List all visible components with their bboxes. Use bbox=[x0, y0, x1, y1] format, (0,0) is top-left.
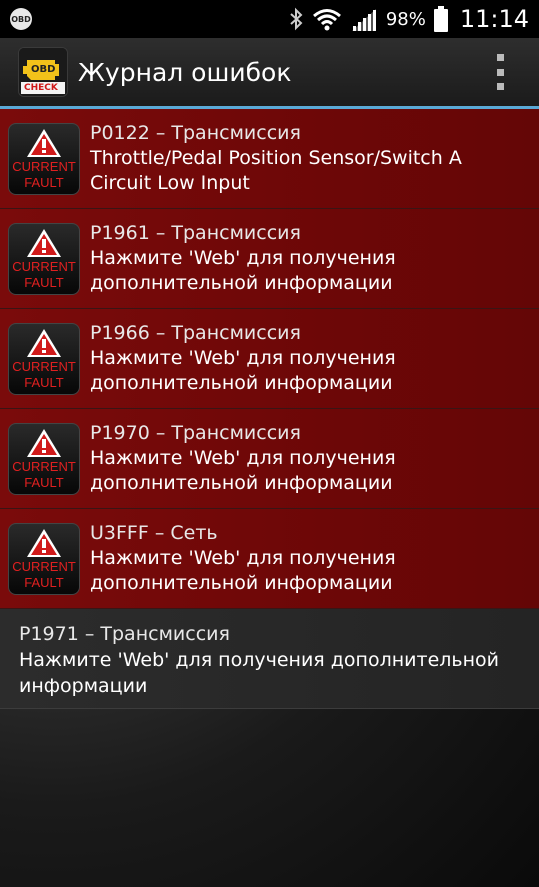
badge-label-fault: FAULT bbox=[24, 574, 64, 590]
warning-icon bbox=[27, 228, 61, 257]
fault-description: дополнительной информации bbox=[90, 372, 393, 394]
warning-icon bbox=[27, 128, 61, 157]
badge-label-current: CURRENT bbox=[12, 558, 76, 574]
fault-description: Нажмите 'Web' для получения bbox=[90, 447, 396, 469]
fault-code: P1966 – Трансмиссия bbox=[90, 322, 301, 344]
status-bar: OBD 98% 11:14 bbox=[0, 0, 539, 38]
logo-text-check: CHECK bbox=[24, 83, 58, 93]
fault-description: Нажмите 'Web' для получения дополнительн… bbox=[19, 649, 499, 671]
fault-description: дополнительной информации bbox=[90, 572, 393, 594]
current-fault-badge: CURRENT FAULT bbox=[8, 122, 80, 195]
obd-notification-icon: OBD bbox=[10, 8, 32, 30]
fault-description: Circuit Low Input bbox=[90, 172, 250, 194]
clock: 11:14 bbox=[459, 5, 529, 33]
app-logo-icon[interactable]: OBD CHECK bbox=[18, 47, 68, 97]
fault-row[interactable]: CURRENT FAULT P1961 – Трансмиссия Нажмит… bbox=[0, 209, 539, 309]
fault-description: Нажмите 'Web' для получения bbox=[90, 347, 396, 369]
badge-label-current: CURRENT bbox=[12, 158, 76, 174]
fault-description: Нажмите 'Web' для получения bbox=[90, 247, 396, 269]
fault-list: CURRENT FAULT P0122 – Трансмиссия Thrott… bbox=[0, 109, 539, 709]
current-fault-badge: CURRENT FAULT bbox=[8, 322, 80, 395]
current-fault-badge: CURRENT FAULT bbox=[8, 522, 80, 595]
fault-description: информации bbox=[19, 675, 148, 697]
wifi-icon bbox=[312, 7, 342, 31]
fault-row[interactable]: CURRENT FAULT P1970 – Трансмиссия Нажмит… bbox=[0, 409, 539, 509]
fault-row[interactable]: CURRENT FAULT P0122 – Трансмиссия Thrott… bbox=[0, 109, 539, 209]
battery-icon bbox=[433, 6, 448, 32]
page-title: Журнал ошибок bbox=[78, 57, 292, 87]
battery-percent: 98% bbox=[385, 8, 426, 30]
warning-icon bbox=[27, 528, 61, 557]
fault-description: дополнительной информации bbox=[90, 272, 393, 294]
logo-text-obd: OBD bbox=[31, 64, 56, 75]
action-bar: OBD CHECK Журнал ошибок bbox=[0, 38, 539, 106]
fault-code: U3FFF – Сеть bbox=[90, 522, 218, 544]
current-fault-badge: CURRENT FAULT bbox=[8, 422, 80, 495]
warning-icon bbox=[27, 428, 61, 457]
badge-label-fault: FAULT bbox=[24, 374, 64, 390]
fault-code: P1970 – Трансмиссия bbox=[90, 422, 301, 444]
fault-description: Throttle/Pedal Position Sensor/Switch A bbox=[90, 147, 462, 169]
badge-label-current: CURRENT bbox=[12, 258, 76, 274]
signal-icon bbox=[350, 7, 378, 31]
bluetooth-icon bbox=[288, 7, 304, 31]
fault-description: Нажмите 'Web' для получения bbox=[90, 547, 396, 569]
badge-label-current: CURRENT bbox=[12, 458, 76, 474]
badge-label-fault: FAULT bbox=[24, 274, 64, 290]
badge-label-fault: FAULT bbox=[24, 474, 64, 490]
fault-row[interactable]: P1971 – Трансмиссия Нажмите 'Web' для по… bbox=[0, 609, 539, 709]
fault-description: дополнительной информации bbox=[90, 472, 393, 494]
badge-label-fault: FAULT bbox=[24, 174, 64, 190]
fault-code: P1961 – Трансмиссия bbox=[90, 222, 301, 244]
badge-label-current: CURRENT bbox=[12, 358, 76, 374]
fault-row[interactable]: CURRENT FAULT U3FFF – Сеть Нажмите 'Web'… bbox=[0, 509, 539, 609]
fault-row[interactable]: CURRENT FAULT P1966 – Трансмиссия Нажмит… bbox=[0, 309, 539, 409]
overflow-menu-icon[interactable] bbox=[493, 54, 507, 90]
fault-code: P0122 – Трансмиссия bbox=[90, 122, 301, 144]
warning-icon bbox=[27, 328, 61, 357]
fault-code: P1971 – Трансмиссия bbox=[19, 623, 230, 645]
current-fault-badge: CURRENT FAULT bbox=[8, 222, 80, 295]
